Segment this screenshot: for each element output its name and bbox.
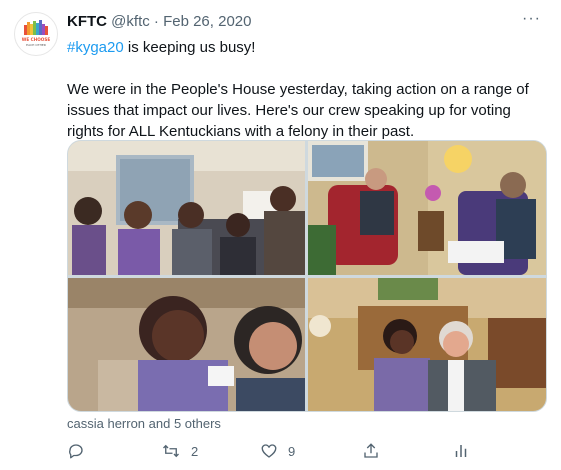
tweet-line1: is keeping us busy! xyxy=(123,39,256,56)
like-button[interactable]: 9 xyxy=(260,438,295,464)
tagged-people[interactable]: cassia herron and 5 others xyxy=(67,416,221,431)
retweet-icon xyxy=(163,444,179,458)
analytics-icon xyxy=(455,445,467,457)
svg-text:WE CHOOSE: WE CHOOSE xyxy=(22,37,51,42)
reply-icon xyxy=(69,444,83,459)
photo-group-image xyxy=(68,141,305,275)
tweet-paragraph: We were in the People's House yesterday,… xyxy=(67,81,529,140)
photo-pair-image xyxy=(308,278,546,411)
heart-icon xyxy=(261,444,277,458)
photo-meeting[interactable] xyxy=(308,141,546,275)
avatar[interactable]: WE CHOOSE EACH OTHER xyxy=(14,12,58,56)
analytics-button[interactable] xyxy=(452,438,470,464)
tweet-text: #kyga20 is keeping us busy! We were in t… xyxy=(67,37,547,142)
action-bar: 2 9 xyxy=(67,438,487,464)
separator: · xyxy=(153,13,159,30)
share-button[interactable] xyxy=(362,438,380,464)
photo-selfie[interactable] xyxy=(68,278,305,411)
author-handle[interactable]: @kftc xyxy=(111,13,150,30)
svg-text:EACH OTHER: EACH OTHER xyxy=(26,43,46,47)
retweet-count: 2 xyxy=(191,443,199,459)
tweet-date[interactable]: Feb 26, 2020 xyxy=(163,13,251,30)
kftc-logo: WE CHOOSE EACH OTHER xyxy=(22,20,51,47)
more-icon[interactable]: ··· xyxy=(522,10,541,28)
tweet-header: KFTC @kftc · Feb 26, 2020 xyxy=(67,13,251,31)
share-icon xyxy=(364,443,378,458)
retweet-button[interactable]: 2 xyxy=(161,438,198,464)
photo-group[interactable] xyxy=(68,141,305,275)
like-count: 9 xyxy=(288,443,296,459)
photo-meeting-image xyxy=(308,141,546,275)
hashtag-link[interactable]: #kyga20 xyxy=(67,39,124,56)
photo-pair[interactable] xyxy=(308,278,546,411)
photo-selfie-image xyxy=(68,278,305,411)
author-name[interactable]: KFTC xyxy=(67,13,107,30)
media-grid xyxy=(67,140,547,412)
reply-button[interactable] xyxy=(67,438,85,464)
